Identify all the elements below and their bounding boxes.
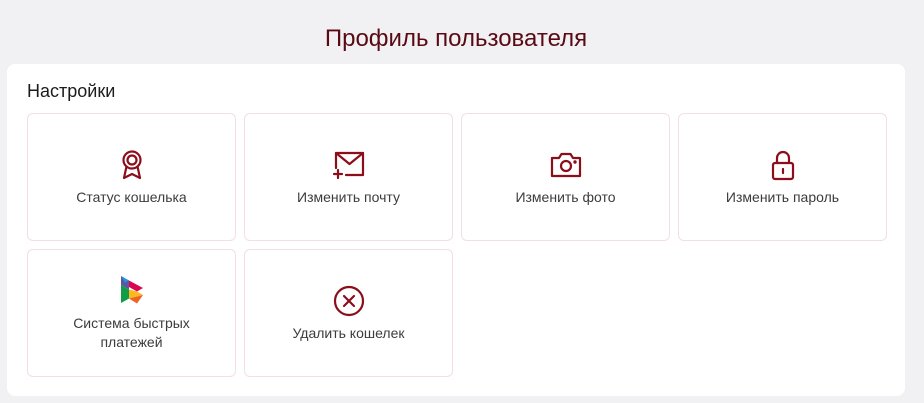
lock-icon [766,148,800,182]
tile-label: Система быстрых платежей [73,315,190,350]
delete-wallet-button[interactable]: Удалить кошелек [244,249,453,377]
sbp-logo-icon [115,274,149,308]
change-email-button[interactable]: Изменить почту [244,113,453,241]
tile-label: Статус кошелька [76,188,187,205]
camera-icon [549,148,583,182]
change-password-button[interactable]: Изменить пароль [678,113,887,241]
section-title: Настройки [27,81,116,101]
settings-panel: Настройки Статус кошелька Изменить почту… [7,64,905,396]
tile-label: Удалить кошелек [292,324,405,341]
page-title: Профиль пользователя [324,25,588,52]
envelope-plus-icon [332,148,366,182]
close-circle-icon [332,284,366,318]
wallet-status-button[interactable]: Статус кошелька [27,113,236,241]
tile-label: Изменить пароль [725,188,840,205]
medal-icon [115,148,149,182]
fast-payment-system-button[interactable]: Система быстрых платежей [27,249,236,377]
tile-label: Изменить почту [297,188,400,205]
settings-grid: Статус кошелька Изменить почту Изменить … [27,113,887,377]
change-photo-button[interactable]: Изменить фото [461,113,670,241]
tile-label: Изменить фото [515,188,616,205]
